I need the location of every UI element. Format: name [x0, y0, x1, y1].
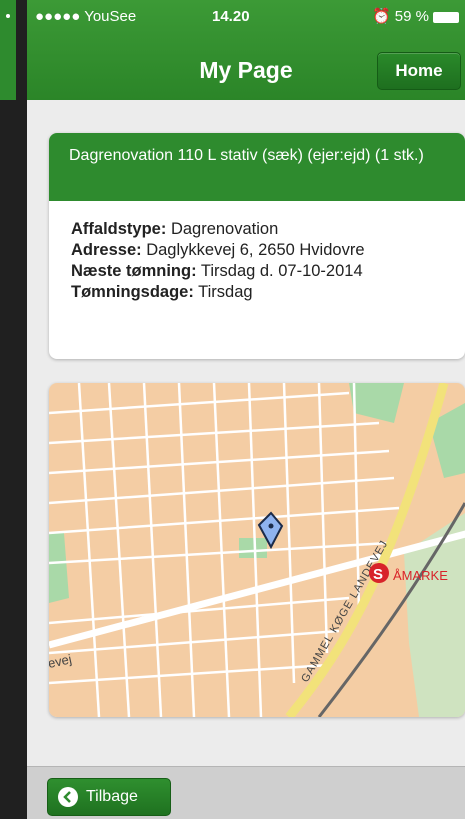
top-bar: ●●●●● YouSee 14.20 ⏰ 59 % My Page Home [27, 0, 465, 100]
previous-screen-edge [0, 0, 27, 819]
station-label: ÅMARKE [393, 568, 448, 583]
card-title: Dagrenovation 110 L stativ (sæk) (ejer:e… [49, 133, 465, 201]
back-arrow-icon [58, 787, 78, 807]
home-button[interactable]: Home [377, 52, 461, 90]
card-body: Affaldstype: Dagrenovation Adresse: Dagl… [49, 201, 465, 321]
battery-indicator: ⏰ 59 % [372, 6, 459, 28]
field-label: Adresse: [71, 241, 142, 259]
battery-percent: 59 % [394, 8, 429, 25]
previous-screen-dot [6, 14, 10, 18]
field-value: Tirsdag d. 07-10-2014 [200, 262, 363, 280]
map-park [239, 538, 267, 558]
field-value: Tirsdag [198, 283, 253, 301]
field-next-collection: Næste tømning: Tirsdag d. 07-10-2014 [71, 261, 443, 282]
waste-info-card: Dagrenovation 110 L stativ (sæk) (ejer:e… [49, 133, 465, 359]
clock-label: 14.20 [212, 8, 250, 25]
field-waste-type: Affaldstype: Dagrenovation [71, 219, 443, 240]
alarm-icon: ⏰ [372, 8, 391, 25]
map-canvas[interactable]: GAMMEL KØGE LANDEVEJ evej S ÅMARKE [49, 383, 465, 717]
field-value: Daglykkevej 6, 2650 Hvidovre [146, 241, 365, 259]
field-value: Dagrenovation [170, 220, 279, 238]
battery-icon [433, 11, 459, 23]
field-label: Tømningsdage: [71, 283, 194, 301]
bottom-toolbar: Tilbage [27, 766, 465, 819]
station-symbol: S [373, 566, 383, 583]
back-button[interactable]: Tilbage [47, 778, 171, 816]
map-view[interactable]: GAMMEL KØGE LANDEVEJ evej S ÅMARKE [49, 383, 465, 717]
back-label: Tilbage [86, 788, 138, 805]
field-address: Adresse: Daglykkevej 6, 2650 Hvidovre [71, 240, 443, 261]
field-label: Næste tømning: [71, 262, 197, 280]
field-collection-days: Tømningsdage: Tirsdag [71, 282, 443, 303]
phone-screen: ●●●●● YouSee 14.20 ⏰ 59 % My Page Home D… [27, 0, 465, 819]
carrier-label: ●●●●● YouSee [35, 8, 137, 25]
field-label: Affaldstype: [71, 220, 167, 238]
